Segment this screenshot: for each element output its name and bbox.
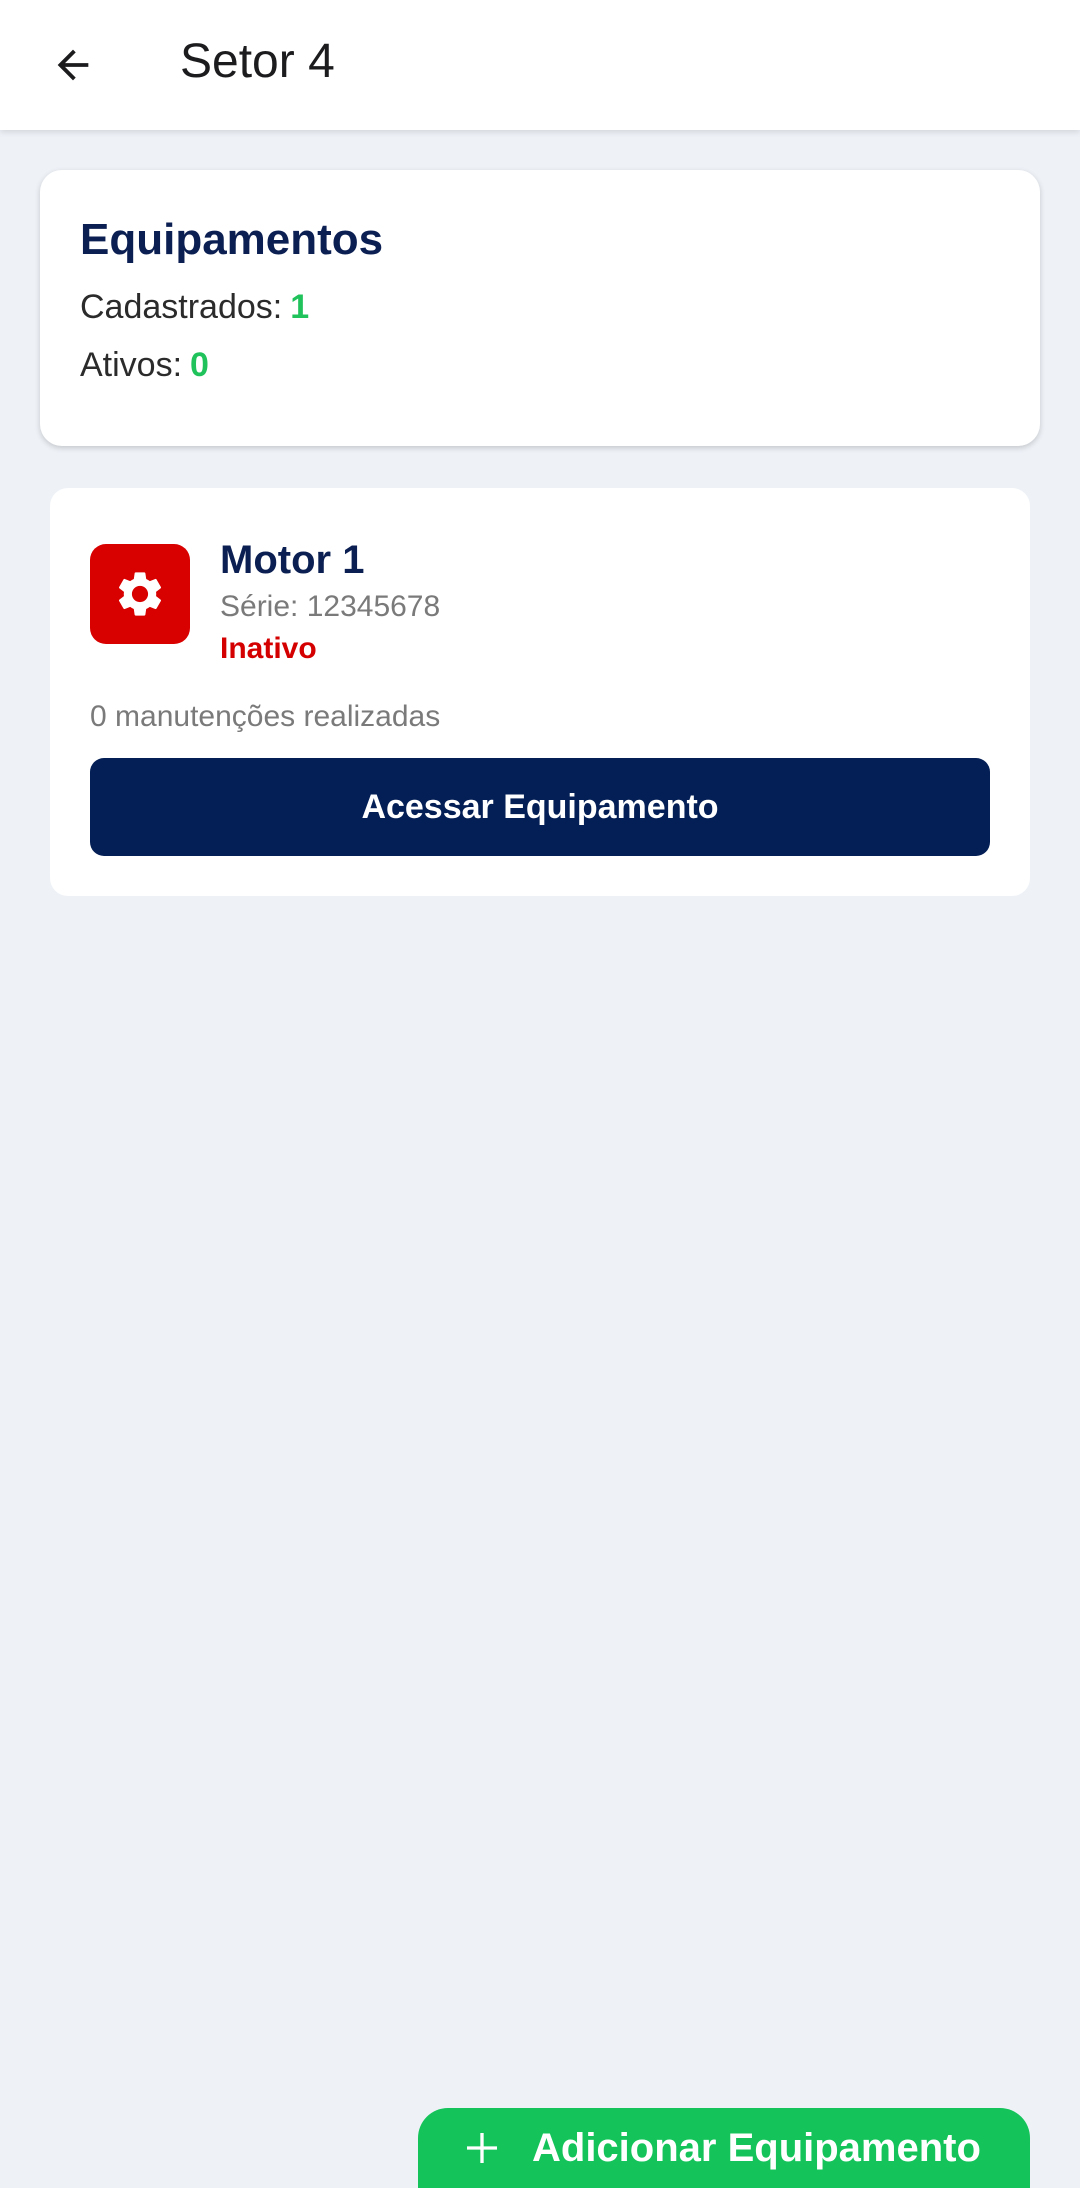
registered-label: Cadastrados: [80, 288, 283, 326]
active-label: Ativos: [80, 346, 183, 384]
arrow-left-icon [57, 49, 89, 81]
maintenance-count: 0 manutenções realizadas [90, 700, 441, 733]
setor-page: Setor 4 Equipamentos Cadastrados: 1 Ativo… [0, 0, 1080, 2188]
access-equipment-button[interactable]: Acessar Equipamento [90, 758, 990, 856]
equipment-card: Motor 1 Série: 12345678 Inativo 0 manute… [50, 488, 1030, 896]
page-title: Setor 4 [180, 35, 335, 88]
add-equipment-button[interactable]: Adicionar Equipamento [418, 2108, 1030, 2188]
active-count-line: Ativos: 0 [80, 344, 1000, 386]
equipment-status-badge: Inativo [220, 632, 317, 665]
gear-icon [118, 572, 162, 616]
equipment-serial: Série: 12345678 [220, 590, 441, 623]
equipment-icon-badge [90, 544, 190, 644]
back-button[interactable] [38, 30, 108, 100]
active-value: 0 [190, 346, 209, 384]
registered-value: 1 [290, 288, 310, 326]
registered-count-line: Cadastrados: 1 [80, 286, 1000, 328]
add-equipment-label: Adicionar Equipamento [532, 2126, 981, 2170]
summary-title: Equipamentos [80, 215, 384, 264]
plus-icon [467, 2133, 497, 2163]
equipment-summary-card: Equipamentos Cadastrados: 1 Ativos: 0 [40, 170, 1040, 446]
app-bar: Setor 4 [0, 0, 1080, 130]
equipment-name: Motor 1 [220, 538, 365, 582]
